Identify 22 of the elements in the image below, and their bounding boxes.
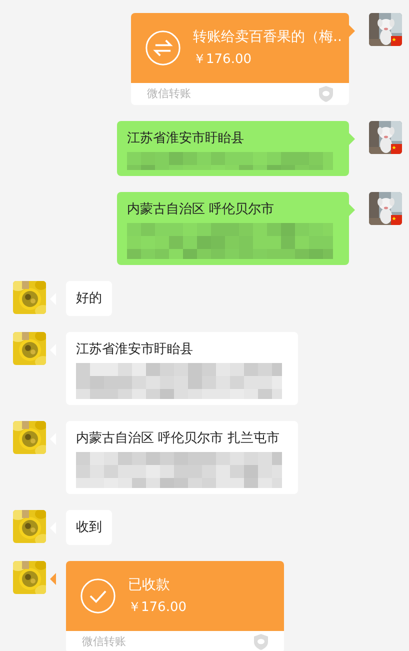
check-icon xyxy=(80,578,116,614)
message-text: 收到 xyxy=(76,520,102,535)
transfer-arrows-icon xyxy=(145,30,181,66)
transfer-card[interactable]: 转账给卖百香果的（梅.. ￥176.00 xyxy=(131,13,349,83)
message-text: 好的 xyxy=(76,291,102,306)
transfer-title: 转账给卖百香果的（梅.. xyxy=(193,28,342,47)
footer-label: 微信转账 xyxy=(82,634,126,650)
transfer-card[interactable]: 已收款 ￥176.00 xyxy=(66,561,284,631)
transfer-title: 已收款 xyxy=(128,576,171,595)
shield-icon xyxy=(319,86,333,102)
message-text: 内蒙古自治区 呼伦贝尔市 扎兰屯市 xyxy=(76,431,280,446)
message-text: 江苏省淮安市盱眙县 xyxy=(76,342,193,357)
bubble-tail xyxy=(50,573,56,585)
flag-icon xyxy=(391,215,402,225)
flag-icon xyxy=(391,36,402,46)
footer-label: 微信转账 xyxy=(147,86,191,102)
message-text: 江苏省淮安市盱眙县 xyxy=(127,131,244,146)
flag-icon xyxy=(391,144,402,154)
transfer-amount: ￥176.00 xyxy=(193,51,252,69)
message-text: 内蒙古自治区 呼伦贝尔市 xyxy=(127,202,274,217)
transfer-amount: ￥176.00 xyxy=(128,599,186,617)
bubble-tail xyxy=(349,25,355,37)
